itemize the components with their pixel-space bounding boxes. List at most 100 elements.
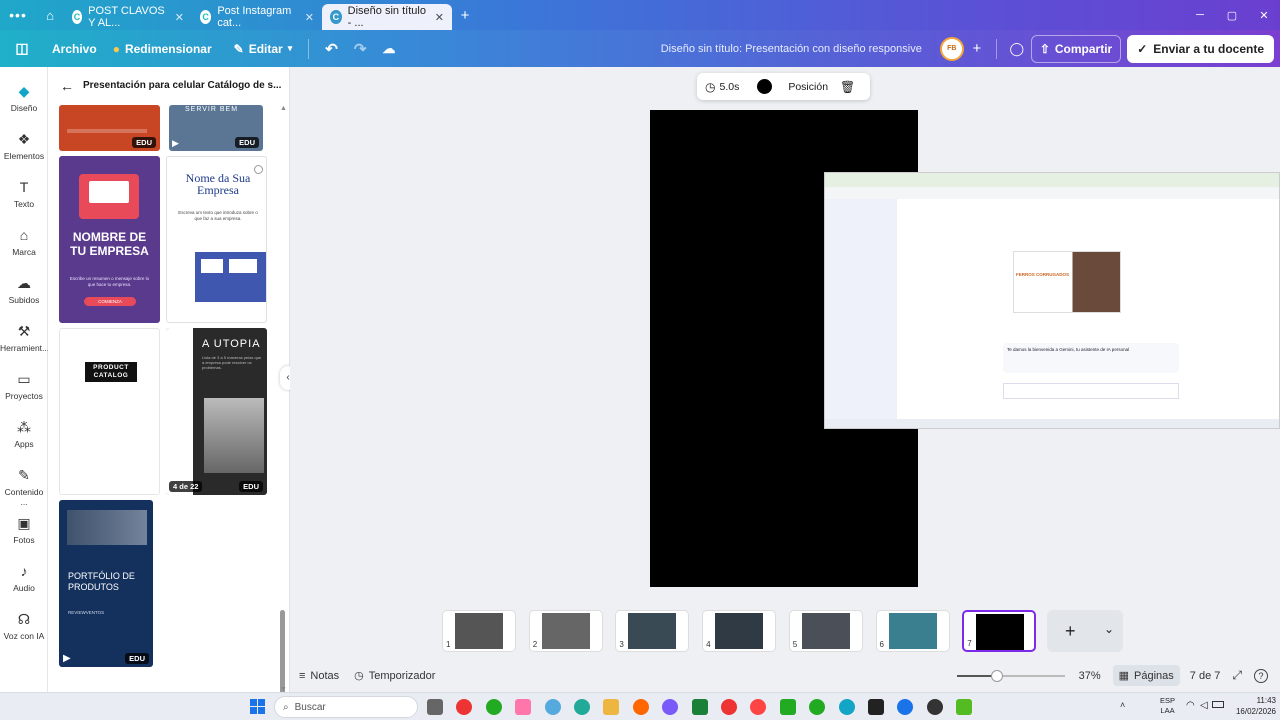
zoom-slider-handle[interactable] (990, 669, 1003, 682)
undo-button[interactable]: ↶ (317, 35, 346, 63)
share-button[interactable]: ⇧ Compartir (1030, 34, 1122, 63)
battery-icon[interactable] (1212, 701, 1224, 708)
notes-button[interactable]: ≡ Notas (299, 670, 339, 682)
tab-diseno[interactable]: C Diseño sin título - ... ✕ (322, 4, 452, 30)
pages-button[interactable]: ▦ Páginas (1112, 665, 1180, 686)
add-collaborator-button[interactable]: + (964, 40, 990, 57)
page-thumbnail[interactable]: 2 (528, 610, 603, 652)
close-window-button[interactable]: ✕ (1248, 9, 1280, 22)
sidebar-item-apps[interactable]: ⁂ Apps (0, 419, 48, 449)
page-thumbnail[interactable]: 7 (962, 610, 1037, 652)
wifi-icon[interactable]: ◠ (1186, 700, 1195, 711)
menu-icon[interactable]: ••• (0, 7, 36, 23)
chevron-down-icon[interactable]: ⌄ (1104, 622, 1114, 636)
taskbar-app-icon[interactable] (485, 699, 502, 715)
tab-post-instagram[interactable]: C Post Instagram cat... ✕ (192, 4, 322, 30)
taskbar-app-icon[interactable] (897, 699, 914, 715)
sidebar-item-design[interactable]: ◆ Diseño (0, 83, 48, 113)
send-to-teacher-button[interactable]: ✓ Enviar a tu docente (1127, 34, 1274, 63)
taskbar-app-icon[interactable] (662, 699, 679, 715)
taskbar-app-icon[interactable] (926, 699, 943, 715)
template-tile-6[interactable]: A UTOPIA Lista de 3 a 5 maneras pelas qu… (166, 328, 267, 495)
cloud-save-icon[interactable]: ☁ (374, 35, 403, 63)
help-icon[interactable]: ? (1254, 668, 1268, 683)
taskbar-app-icon[interactable] (721, 699, 737, 715)
redo-button[interactable]: ↷ (346, 35, 375, 63)
template-title: PRODUCT CATALOG (93, 364, 129, 379)
taskbar-app-icon[interactable] (427, 699, 443, 715)
sidebar-toggle-icon[interactable]: ◫ (0, 35, 44, 63)
duration-button[interactable]: ◷ 5.0s (697, 80, 747, 94)
fullscreen-icon[interactable]: ⤢ (1232, 668, 1242, 683)
tray-chevron-icon[interactable]: ˄ (1120, 700, 1125, 710)
sidebar-item-text[interactable]: T Texto (0, 179, 48, 209)
zoom-slider[interactable] (956, 669, 1065, 682)
sidebar-item-brand[interactable]: ⌂ Marca (0, 227, 48, 257)
taskbar-app-icon[interactable] (603, 699, 620, 715)
sidebar-item-upload[interactable]: ☁ Subidos (0, 275, 48, 305)
comment-icon[interactable]: ◯ (1003, 41, 1031, 57)
page-thumbnail[interactable]: 6 (875, 610, 950, 652)
page-thumbnail[interactable]: 5 (788, 610, 863, 652)
close-icon[interactable]: ✕ (435, 11, 444, 24)
timer-button[interactable]: ◷ Temporizador (354, 669, 435, 683)
sidebar-item-tools[interactable]: ⚒ Herramient... (0, 323, 49, 353)
template-tile-7[interactable]: PORTFÓLIO DE PRODUTOS REVIEWVENTOS ▶ EDU (59, 500, 153, 667)
taskbar-app-icon[interactable] (838, 699, 855, 715)
page-count[interactable]: 7 de 7 (1190, 670, 1221, 682)
illustration-screen (89, 181, 129, 203)
taskbar-app-icon[interactable] (515, 699, 532, 715)
trash-icon[interactable]: 🗑 (834, 80, 861, 94)
windows-start-icon[interactable] (250, 699, 265, 714)
new-tab-button[interactable]: + (452, 7, 478, 24)
template-tile-3[interactable]: NOMBRE DE TU EMPRESA Escribe un resumen … (59, 156, 160, 323)
position-button[interactable]: Posición (782, 81, 834, 93)
zoom-value[interactable]: 37% (1079, 670, 1101, 682)
taskbar-search[interactable]: ⌕ Buscar (274, 696, 418, 718)
sidebar-item-voice[interactable]: ☊ Voz con IA (0, 611, 48, 641)
maximize-button[interactable]: ▢ (1216, 9, 1248, 22)
color-swatch[interactable] (757, 79, 773, 94)
sidebar-item-content[interactable]: ✎ Contenido ... (0, 467, 48, 507)
resize-button[interactable]: ● Redimensionar (105, 35, 220, 63)
page-thumbnail[interactable]: 3 (615, 610, 690, 652)
template-title: Nome da Sua Empresa (185, 171, 251, 197)
page-thumbnail[interactable]: 1 (442, 610, 516, 652)
design-title[interactable]: Diseño sin título: Presentación con dise… (661, 43, 922, 55)
select-circle-icon[interactable] (254, 165, 263, 174)
taskbar-app-icon[interactable] (868, 699, 884, 715)
workspace-icon[interactable]: ⌂ (36, 8, 64, 23)
language-indicator[interactable]: ESP LAA (1160, 696, 1175, 716)
panel-scrollbar[interactable]: ▲ ▼ (279, 105, 287, 710)
close-icon[interactable]: ✕ (305, 11, 314, 24)
close-icon[interactable]: ✕ (175, 11, 184, 24)
taskbar-app-icon[interactable] (750, 699, 767, 715)
template-tile-4[interactable]: Nome da Sua Empresa Escreva um texto que… (166, 156, 267, 323)
taskbar-app-icon[interactable] (691, 699, 708, 715)
sidebar-item-photo[interactable]: ▣ Fotos (0, 515, 48, 545)
page-thumbnail-image (888, 613, 937, 649)
minimize-button[interactable]: ─ (1184, 9, 1216, 21)
page-thumbnail[interactable]: 4 (702, 610, 777, 652)
clock[interactable]: 11:43 16/02/2026 (1224, 695, 1276, 717)
back-button[interactable]: ← (60, 78, 74, 94)
taskbar-app-icon[interactable] (456, 699, 473, 715)
file-menu-button[interactable]: Archivo (44, 35, 105, 63)
taskbar-app-icon[interactable] (779, 699, 796, 715)
taskbar-app-icon[interactable] (544, 699, 561, 715)
tab-post-clavos[interactable]: C POST CLAVOS Y AL... ✕ (64, 4, 192, 30)
template-tile-1[interactable]: EDU (59, 105, 160, 151)
user-avatar[interactable]: FB (939, 36, 964, 61)
volume-icon[interactable]: ◁ (1200, 700, 1208, 711)
sidebar-item-folder[interactable]: ▭ Proyectos (0, 371, 48, 401)
taskbar-app-icon[interactable] (632, 699, 649, 715)
taskbar-app-icon[interactable] (956, 699, 973, 715)
template-tile-5[interactable]: PRODUCT CATALOG (59, 328, 160, 495)
taskbar-app-icon[interactable] (809, 699, 826, 715)
sidebar-item-audio[interactable]: ♪ Audio (0, 563, 48, 593)
taskbar-app-icon[interactable] (574, 699, 590, 715)
edit-menu-button[interactable]: ✎ Editar ▾ (226, 35, 301, 63)
pasted-screenshot-image[interactable]: FERROS CORRUGADOS Te damos la bienvenida… (824, 172, 1280, 429)
sidebar-item-elements[interactable]: ❖ Elementos (0, 131, 48, 161)
template-tile-2[interactable]: SERVIR BEM ▶ EDU (169, 105, 263, 151)
